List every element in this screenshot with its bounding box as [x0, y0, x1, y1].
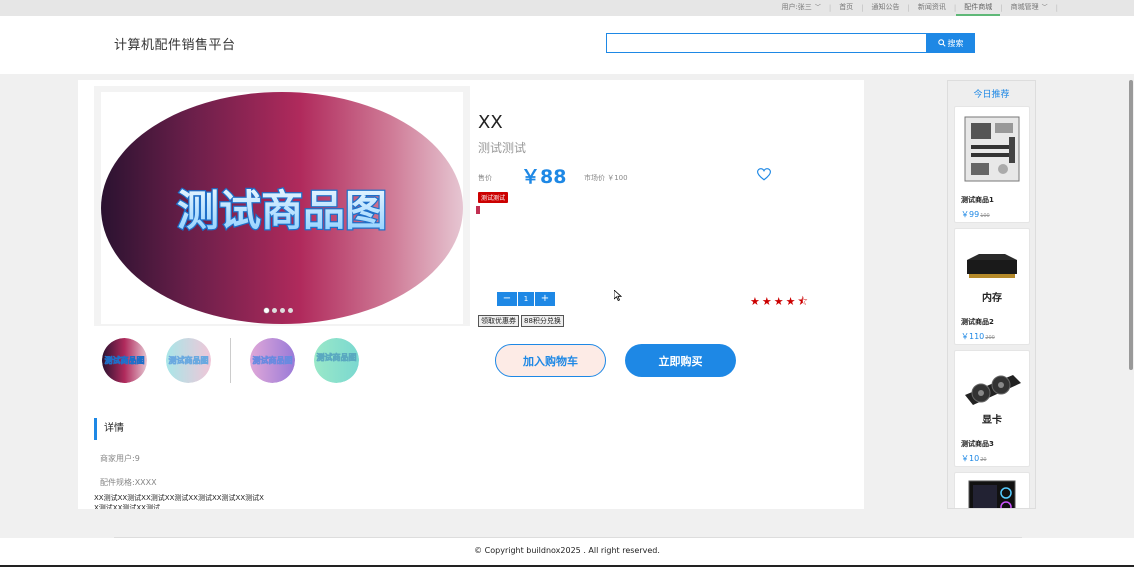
- chevron-down-icon: ﹀: [814, 4, 821, 11]
- recommend-card-1[interactable]: 测试商品1 ￥99100: [954, 106, 1030, 223]
- recommend-price-value: ￥99: [961, 210, 980, 219]
- product-tag: 测试测试: [478, 192, 509, 203]
- carousel-dots: [264, 308, 293, 313]
- recommend-card-4[interactable]: [954, 472, 1030, 508]
- nav-news[interactable]: 新闻资讯: [910, 0, 954, 16]
- recommend-image-label: 显卡: [982, 415, 1002, 426]
- carousel-dot[interactable]: [280, 308, 285, 313]
- recommend-name: 测试商品2: [961, 318, 994, 326]
- copyright-text: © Copyright buildnox2025 . All right res…: [474, 546, 660, 555]
- quantity-stepper: − 1 +: [497, 292, 555, 306]
- nav-mall[interactable]: 配件商城: [956, 0, 1001, 16]
- nav-divider: |: [1055, 4, 1058, 12]
- product-description: XX测试XX测试XX测试XX测试XX测试XX测试XX测试XX测试XX测试XX测试: [94, 494, 264, 509]
- user-menu-label: 用户:张三: [781, 3, 812, 11]
- nav-home[interactable]: 首页: [831, 0, 861, 16]
- quantity-value[interactable]: 1: [517, 292, 535, 306]
- pc-case-image: [957, 475, 1027, 508]
- decrement-button[interactable]: −: [497, 292, 517, 306]
- scrollbar-thumb[interactable]: [1129, 80, 1133, 370]
- recommend-title: 今日推荐: [973, 90, 1010, 100]
- svg-text:测试商品图: 测试商品图: [253, 355, 293, 365]
- thumbnail-strip: 测试商品图 测试商品图 测试商品图 测试商品图: [102, 338, 359, 383]
- carousel-dot[interactable]: [272, 308, 277, 313]
- star-full-icon: ★: [785, 295, 796, 308]
- carousel-dot[interactable]: [288, 308, 293, 313]
- chevron-down-icon: ﹀: [1041, 4, 1048, 11]
- market-price: 市场价 ￥100: [584, 174, 628, 182]
- thumbnail-divider: [230, 338, 231, 383]
- details-heading: 详情: [94, 418, 124, 440]
- search-button[interactable]: 搜索: [926, 33, 975, 53]
- recommend-price-value: ￥110: [961, 332, 985, 341]
- mouse-cursor-icon: [614, 290, 622, 301]
- recommend-old-price: 200: [985, 335, 995, 341]
- recommend-price: ￥110200: [961, 331, 995, 342]
- product-price: ￥88: [521, 166, 567, 188]
- carousel-dot[interactable]: [264, 308, 269, 313]
- product-banner-image: 测试商品图: [101, 92, 463, 324]
- recommend-old-price: 20: [980, 457, 987, 463]
- product-card: 测试商品图 测试商品图 测试商品图 测试商品图 测试商品图 XX 测试测试 售价…: [78, 80, 864, 509]
- nav-mall-manage[interactable]: 商城管理 ﹀: [1003, 0, 1056, 16]
- star-full-icon: ★: [750, 295, 760, 308]
- thumbnail-4[interactable]: 测试商品图: [314, 338, 359, 383]
- thumbnail-2[interactable]: 测试商品图: [166, 338, 211, 383]
- favorite-heart-icon[interactable]: [757, 168, 771, 181]
- rating-stars[interactable]: ★ ★ ★ ★ ⯪: [750, 296, 808, 307]
- nav-mall-manage-label: 商城管理: [1010, 3, 1039, 11]
- recommend-name: 测试商品3: [961, 440, 994, 448]
- product-subtitle: 测试测试: [478, 141, 527, 155]
- svg-text:测试商品图: 测试商品图: [105, 355, 145, 365]
- coupon-button[interactable]: 领取优惠券: [478, 315, 519, 327]
- star-full-icon: ★: [761, 295, 772, 308]
- star-full-icon: ★: [773, 295, 784, 308]
- recommend-old-price: 100: [980, 213, 990, 219]
- top-nav: 用户:张三 ﹀ | 首页 | 通知公告 | 新闻资讯 | 配件商城 | 商城管理 ﹀…: [773, 0, 1058, 16]
- price-label: 售价: [478, 174, 492, 182]
- recommend-name: 测试商品1: [961, 196, 994, 204]
- header: 计算机配件销售平台 搜索: [0, 16, 1134, 74]
- buy-now-button[interactable]: 立即购买: [625, 344, 736, 377]
- banner-text: 测试商品图: [177, 186, 387, 235]
- add-to-cart-button[interactable]: 加入购物车: [495, 344, 606, 377]
- points-exchange-button[interactable]: 88积分兑换: [521, 315, 564, 327]
- thumbnail-3[interactable]: 测试商品图: [250, 338, 295, 383]
- star-half-icon: ⯪: [797, 295, 808, 308]
- svg-text:测试商品图: 测试商品图: [317, 352, 357, 362]
- search-button-label: 搜索: [947, 38, 964, 48]
- carousel-image: 测试商品图: [101, 92, 463, 324]
- search-input[interactable]: [606, 33, 926, 53]
- recommend-price: ￥1020: [961, 453, 987, 464]
- carousel-next-arrow[interactable]: [476, 206, 480, 214]
- user-menu[interactable]: 用户:张三 ﹀: [773, 0, 828, 16]
- recommend-image-label: 内存: [982, 293, 1002, 304]
- site-title: 计算机配件销售平台: [114, 38, 236, 53]
- increment-button[interactable]: +: [535, 292, 555, 306]
- search-icon: [937, 39, 946, 47]
- footer: © Copyright buildnox2025 . All right res…: [0, 538, 1134, 567]
- product-title: XX: [478, 112, 503, 133]
- svg-text:测试商品图: 测试商品图: [169, 355, 209, 365]
- recommend-price-value: ￥10: [961, 454, 980, 463]
- motherboard-image: [957, 109, 1027, 189]
- spec-info: 配件规格:XXXX: [100, 478, 157, 487]
- thumbnail-1[interactable]: 测试商品图: [102, 338, 147, 383]
- recommend-card-3[interactable]: 显卡 测试商品3 ￥1020: [954, 350, 1030, 467]
- recommend-price: ￥99100: [961, 209, 990, 220]
- recommend-sidebar: 今日推荐 测试商品1 ￥99100 内存 测试商品2 ￥110200 显卡 测试…: [947, 80, 1036, 509]
- recommend-card-2[interactable]: 内存 测试商品2 ￥110200: [954, 228, 1030, 345]
- product-carousel[interactable]: 测试商品图: [94, 86, 480, 326]
- merchant-info: 商家用户:9: [100, 454, 140, 463]
- top-bar: 用户:张三 ﹀ | 首页 | 通知公告 | 新闻资讯 | 配件商城 | 商城管理 ﹀…: [0, 0, 1134, 16]
- nav-notice[interactable]: 通知公告: [864, 0, 908, 16]
